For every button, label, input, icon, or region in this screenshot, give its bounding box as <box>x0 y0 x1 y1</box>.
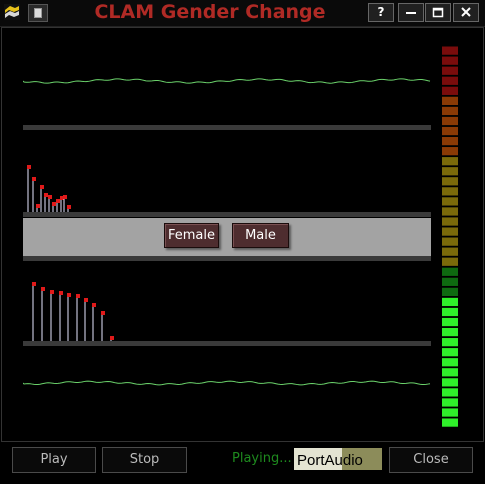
spectral-peak-marker <box>84 298 88 302</box>
input-spectrum-panel <box>23 131 431 212</box>
level-meter-segment <box>442 277 458 286</box>
level-meter-segment <box>442 267 458 276</box>
stop-button[interactable]: Stop <box>102 447 187 473</box>
spectral-peak-marker <box>40 185 44 189</box>
level-meter-segment <box>442 358 458 367</box>
spectral-peak-marker <box>110 336 114 340</box>
spectral-peak-marker <box>48 195 52 199</box>
level-meter-segment <box>442 247 458 256</box>
level-meter-segment <box>442 96 458 106</box>
maximize-icon <box>432 7 444 18</box>
spectral-peak-marker <box>32 282 36 286</box>
level-meter-segment <box>442 378 458 387</box>
spectral-peak-marker <box>52 202 56 206</box>
level-meter-segment <box>442 197 458 206</box>
spectral-peak-marker <box>67 205 71 209</box>
close-button[interactable]: Close <box>389 447 473 473</box>
level-meter-segment <box>442 177 458 186</box>
level-meter-segment <box>442 56 458 65</box>
minimize-button[interactable] <box>398 3 424 22</box>
level-meter-segment <box>442 147 458 156</box>
level-meter-segment <box>442 227 458 236</box>
level-meter-segment <box>442 418 458 427</box>
level-meter-segment <box>442 126 458 136</box>
help-button[interactable]: ? <box>368 3 394 22</box>
level-meter-segment <box>442 46 458 55</box>
portaudio-logo-text: PortAudio <box>297 452 363 469</box>
level-meter-segment <box>442 217 458 226</box>
spectral-peak-marker <box>44 193 48 197</box>
level-meter-segment <box>442 338 458 347</box>
status-text: Playing... <box>232 451 292 466</box>
output-spectral-peaks <box>32 282 114 341</box>
level-meter-segment <box>442 106 458 116</box>
spectral-peak-marker <box>50 290 54 294</box>
output-spectrum-panel <box>23 261 431 341</box>
level-meter-segment <box>442 348 458 357</box>
portaudio-logo: PortAudio <box>294 448 382 470</box>
level-meter-segment <box>442 86 458 95</box>
level-meter-segment <box>442 327 458 337</box>
panel-separator <box>23 125 431 130</box>
spectral-peak-marker <box>59 291 63 295</box>
close-window-button[interactable] <box>453 3 479 22</box>
level-meter-segment <box>442 257 458 266</box>
input-spectral-peaks <box>27 165 71 212</box>
spectral-peak-marker <box>36 204 40 208</box>
window-menu-button[interactable] <box>28 4 48 22</box>
female-button[interactable]: Female <box>164 223 219 248</box>
spectral-peak-marker <box>41 287 45 291</box>
spectral-peak-marker <box>92 303 96 307</box>
input-waveform-panel <box>22 44 431 125</box>
level-meter-segment <box>442 66 458 75</box>
spectral-peak-marker <box>76 294 80 298</box>
level-meter-segment <box>442 76 458 85</box>
level-meter-segment <box>442 287 458 297</box>
panel-separator <box>23 212 431 217</box>
voice-control-bar: Female Male <box>23 218 431 256</box>
level-meter-segment <box>442 157 458 166</box>
play-button[interactable]: Play <box>12 447 96 473</box>
level-meter-segment <box>442 136 458 146</box>
level-meter-segment <box>442 307 458 317</box>
level-meter <box>442 46 458 427</box>
spectral-peak-marker <box>67 293 71 297</box>
level-meter-segment <box>442 317 458 327</box>
level-meter-segment <box>442 408 458 417</box>
male-button[interactable]: Male <box>232 223 289 248</box>
spectral-peak-marker <box>56 199 60 203</box>
spectral-peak-marker <box>63 195 67 199</box>
window-title: CLAM Gender Change <box>94 1 326 23</box>
level-meter-segment <box>442 398 458 407</box>
app-icon[interactable] <box>4 4 20 20</box>
level-meter-segment <box>442 368 458 377</box>
level-meter-segment <box>442 237 458 246</box>
output-waveform-panel <box>22 346 431 428</box>
minimize-icon <box>406 12 416 14</box>
level-meter-segment <box>442 388 458 397</box>
title-bar[interactable]: CLAM Gender Change ? <box>0 0 485 27</box>
spectral-peak-marker <box>32 177 36 181</box>
level-meter-segment <box>442 116 458 126</box>
output-waveform <box>22 380 431 386</box>
close-icon <box>461 7 471 17</box>
level-meter-segment <box>442 167 458 176</box>
spectral-peak-marker <box>101 311 105 315</box>
spectral-peak-marker <box>27 165 31 169</box>
maximize-button[interactable] <box>425 3 451 22</box>
input-waveform <box>22 78 431 84</box>
level-meter-segment <box>442 297 458 307</box>
level-meter-segment <box>442 187 458 196</box>
level-meter-segment <box>442 207 458 216</box>
